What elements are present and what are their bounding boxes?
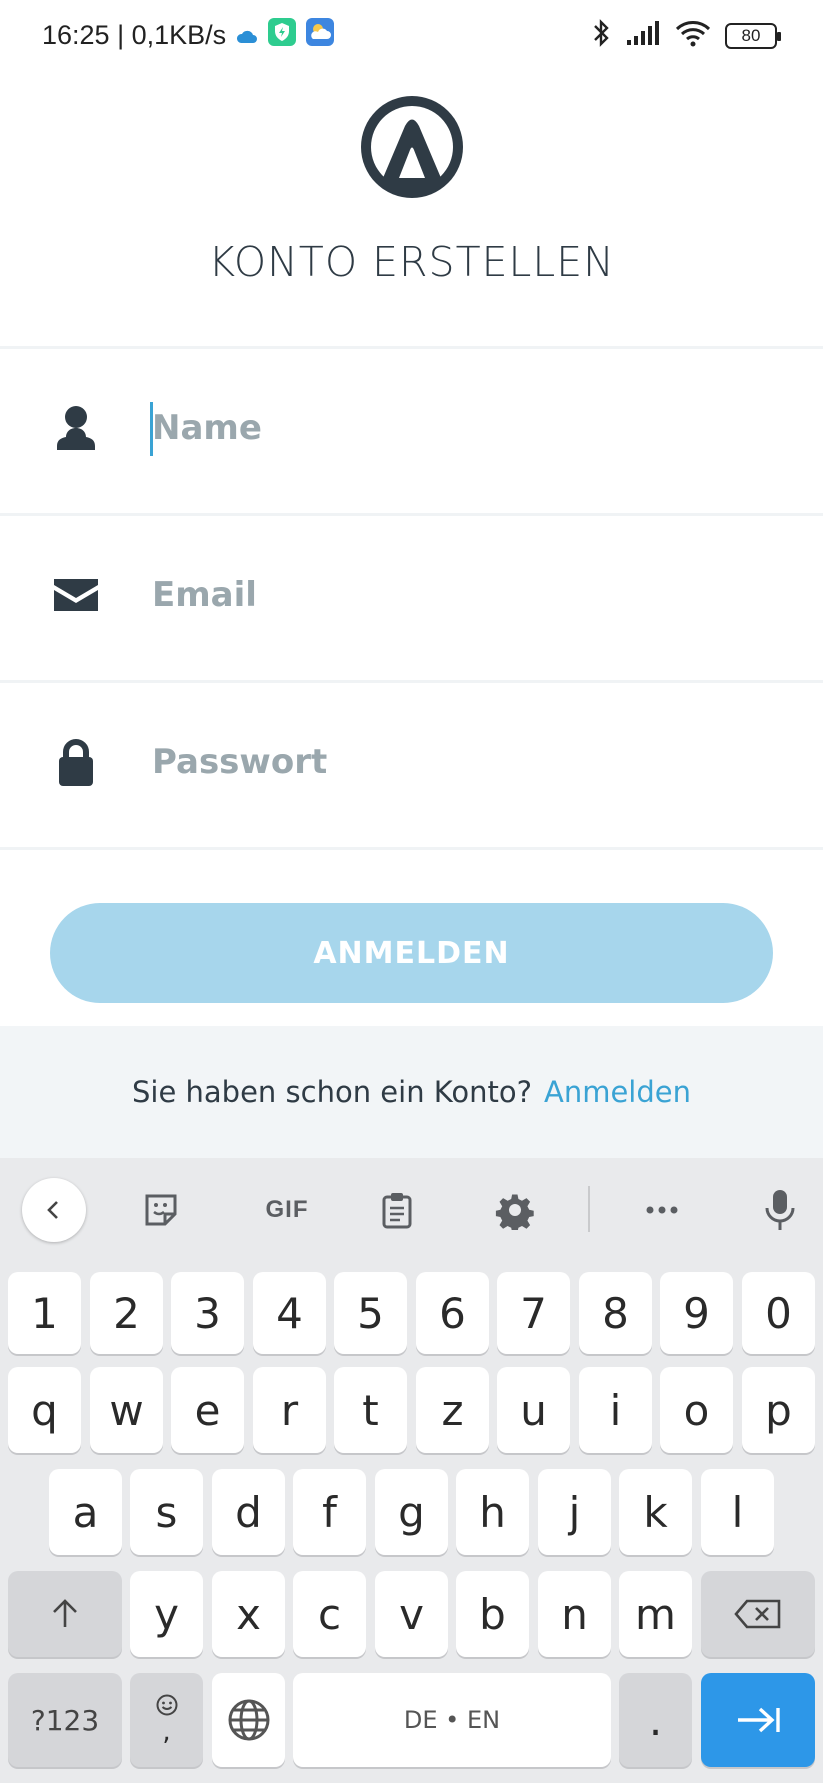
key-p[interactable]: p [742, 1367, 815, 1453]
key-5[interactable]: 5 [334, 1272, 407, 1354]
key-k[interactable]: k [619, 1469, 692, 1555]
toolbar-back-button[interactable] [22, 1178, 86, 1242]
period-key[interactable]: . [619, 1673, 692, 1767]
emoji-comma-key[interactable]: , [130, 1673, 203, 1767]
password-input[interactable] [152, 730, 772, 794]
key-i[interactable]: i [579, 1367, 652, 1453]
user-icon [50, 402, 102, 454]
key-6[interactable]: 6 [416, 1272, 489, 1354]
gif-button[interactable]: GIF [251, 1182, 323, 1238]
login-prompt: Sie haben schon ein Konto? Anmelden [0, 1026, 823, 1158]
key-o[interactable]: o [660, 1367, 733, 1453]
name-input[interactable] [152, 396, 772, 460]
cloud-icon [236, 20, 258, 51]
key-j[interactable]: j [538, 1469, 611, 1555]
globe-icon [228, 1699, 269, 1741]
status-left: 16:25 | 0,1KB/s [42, 18, 335, 53]
space-bar[interactable]: DE • EN [293, 1673, 611, 1767]
register-submit-button[interactable]: ANMELDEN [50, 903, 773, 1003]
language-key[interactable] [212, 1673, 285, 1767]
chevron-left-icon [47, 1201, 58, 1219]
login-question: Sie haben schon ein Konto? [132, 1075, 532, 1109]
key-3[interactable]: 3 [171, 1272, 244, 1354]
key-b[interactable]: b [456, 1571, 529, 1657]
key-r[interactable]: r [253, 1367, 326, 1453]
arrow-up-icon [53, 1599, 77, 1627]
enter-next-key[interactable] [701, 1673, 815, 1767]
key-d[interactable]: d [212, 1469, 285, 1555]
key-c[interactable]: c [293, 1571, 366, 1657]
key-z[interactable]: z [416, 1367, 489, 1453]
gif-label: GIF [265, 1196, 309, 1223]
sticker-icon [145, 1194, 177, 1226]
more-options-button[interactable] [634, 1182, 690, 1238]
key-g[interactable]: g [375, 1469, 448, 1555]
key-n[interactable]: n [538, 1571, 611, 1657]
signal-icon [625, 20, 661, 51]
clipboard-button[interactable] [369, 1182, 425, 1238]
emoji-icon [156, 1694, 177, 1716]
key-8[interactable]: 8 [579, 1272, 652, 1354]
keyboard-toolbar: GIF [0, 1158, 823, 1260]
key-f[interactable]: f [293, 1469, 366, 1555]
key-9[interactable]: 9 [660, 1272, 733, 1354]
key-1[interactable]: 1 [8, 1272, 81, 1354]
key-s[interactable]: s [130, 1469, 203, 1555]
lock-icon [50, 736, 102, 788]
key-4[interactable]: 4 [253, 1272, 326, 1354]
key-7[interactable]: 7 [497, 1272, 570, 1354]
text-cursor [150, 402, 153, 456]
password-field-row [0, 680, 823, 844]
key-2[interactable]: 2 [90, 1272, 163, 1354]
shield-app-icon [268, 18, 297, 53]
sticker-button[interactable] [133, 1182, 189, 1238]
voice-input-button[interactable] [752, 1182, 808, 1238]
key-l[interactable]: l [701, 1469, 774, 1555]
status-bar: 16:25 | 0,1KB/s 80 [0, 0, 823, 72]
key-x[interactable]: x [212, 1571, 285, 1657]
symbols-key[interactable]: ?123 [8, 1673, 122, 1767]
app-logo [361, 96, 463, 198]
key-h[interactable]: h [456, 1469, 529, 1555]
key-0[interactable]: 0 [742, 1272, 815, 1354]
key-w[interactable]: w [90, 1367, 163, 1453]
key-m[interactable]: m [619, 1571, 692, 1657]
tab-arrow-icon [738, 1707, 780, 1733]
gear-icon [495, 1194, 534, 1230]
weather-app-icon [306, 18, 335, 53]
email-input[interactable] [152, 563, 772, 627]
envelope-icon [50, 569, 102, 621]
bluetooth-icon [591, 18, 611, 53]
status-time-speed: 16:25 | 0,1KB/s [42, 20, 227, 50]
divider [0, 847, 823, 850]
clipboard-icon [382, 1193, 412, 1229]
key-t[interactable]: t [334, 1367, 407, 1453]
login-link[interactable]: Anmelden [544, 1075, 691, 1109]
email-field-row [0, 513, 823, 677]
name-field-row [0, 346, 823, 510]
comma-label: , [162, 1717, 171, 1747]
backspace-key[interactable] [701, 1571, 815, 1657]
page-title: KONTO ERSTELLEN [208, 238, 615, 286]
battery-indicator: 80 [725, 22, 781, 49]
toolbar-separator [588, 1186, 590, 1232]
shift-key[interactable] [8, 1571, 122, 1657]
key-q[interactable]: q [8, 1367, 81, 1453]
status-right: 80 [591, 18, 781, 53]
wifi-icon [675, 19, 711, 52]
key-u[interactable]: u [497, 1367, 570, 1453]
more-icon [646, 1206, 678, 1214]
microphone-icon [765, 1190, 795, 1230]
key-v[interactable]: v [375, 1571, 448, 1657]
backspace-icon [734, 1599, 781, 1629]
onscreen-keyboard: GIF 1 2 3 4 5 6 7 8 9 0 q w e r t z u i … [0, 1158, 823, 1783]
key-a[interactable]: a [49, 1469, 122, 1555]
key-y[interactable]: y [130, 1571, 203, 1657]
settings-button[interactable] [487, 1182, 543, 1238]
key-e[interactable]: e [171, 1367, 244, 1453]
